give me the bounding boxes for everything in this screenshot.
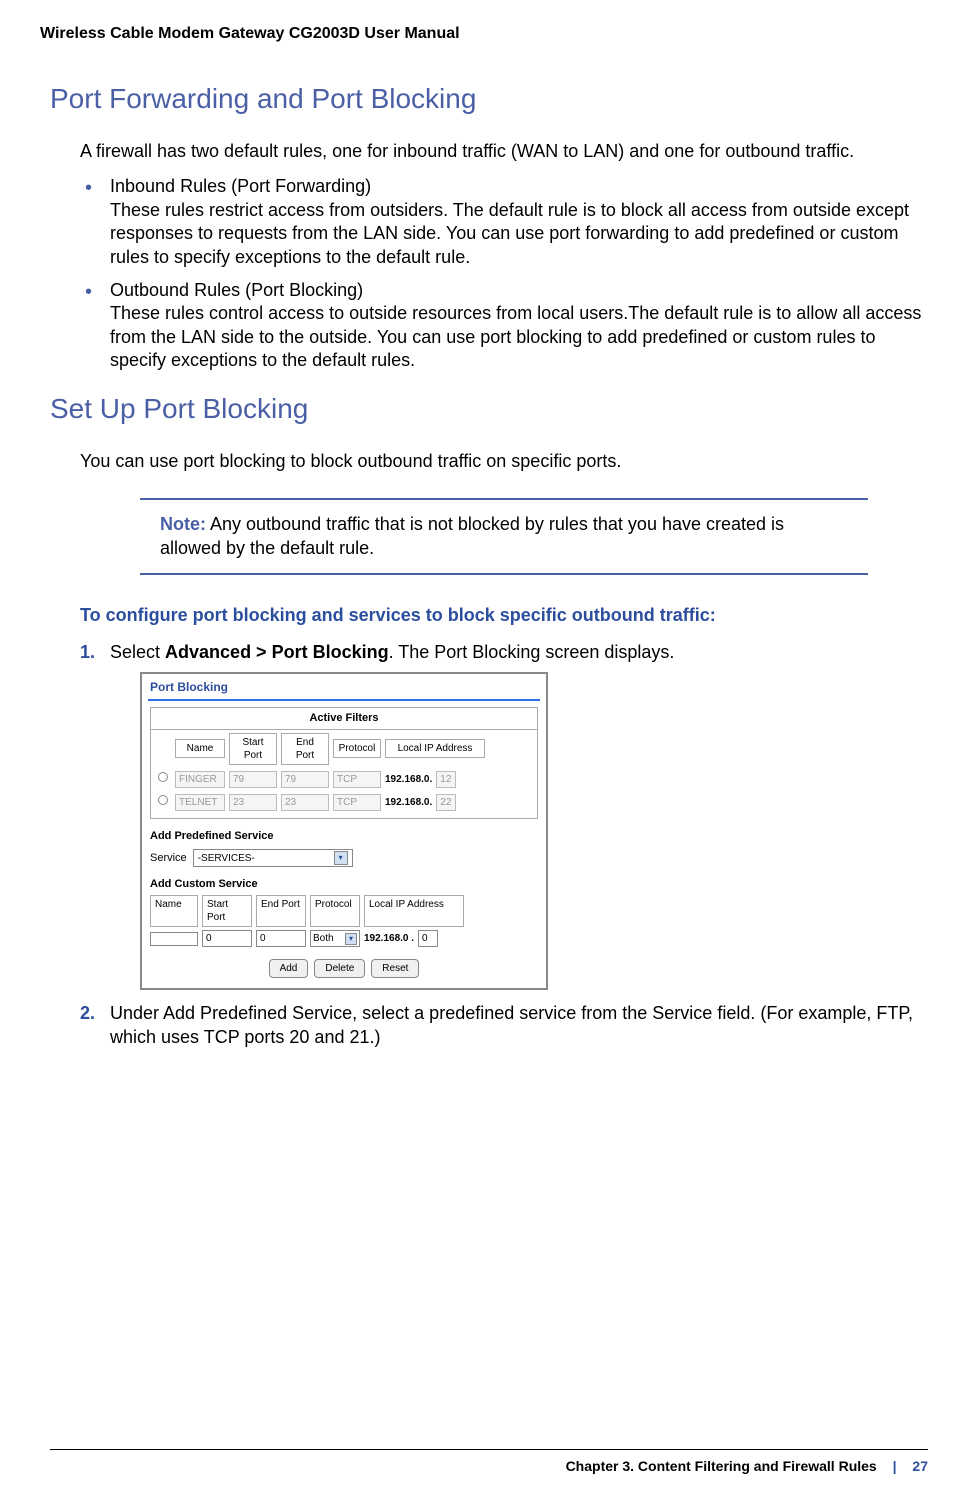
note-label: Note: (160, 514, 206, 534)
port-blocking-screenshot: Port Blocking Active Filters Name Start … (140, 672, 548, 990)
filter-end-finger: 79 (281, 771, 329, 788)
custom-start-input[interactable]: 0 (202, 930, 252, 947)
bullet-outbound-body: These rules control access to outside re… (110, 303, 921, 370)
radio-telnet[interactable] (155, 795, 171, 809)
custom-header-ip: Local IP Address (364, 895, 464, 927)
add-predefined-label: Add Predefined Service (142, 827, 546, 845)
step-1-bold: Advanced > Port Blocking (165, 642, 389, 662)
step-2-number: 2. (80, 1002, 95, 1025)
note-box: Note: Any outbound traffic that is not b… (140, 498, 868, 575)
footer-chapter: Chapter 3. Content Filtering and Firewal… (566, 1458, 877, 1474)
custom-ip-suffix-input[interactable]: 0 (418, 930, 438, 947)
custom-ip-prefix: 192.168.0 . (364, 932, 414, 945)
chevron-down-icon: ▾ (345, 933, 357, 945)
section-heading-set-up-blocking: Set Up Port Blocking (50, 393, 928, 425)
bullet-inbound: Inbound Rules (Port Forwarding) These ru… (80, 175, 928, 269)
step-1-number: 1. (80, 641, 95, 664)
rules-bullet-list: Inbound Rules (Port Forwarding) These ru… (80, 175, 928, 372)
filter-end-telnet: 23 (281, 794, 329, 811)
header-end-port: End Port (281, 733, 329, 765)
reset-button[interactable]: Reset (371, 959, 419, 978)
footer-separator: | (893, 1458, 897, 1474)
custom-header-name: Name (150, 895, 198, 927)
bullet-outbound: Outbound Rules (Port Blocking) These rul… (80, 279, 928, 373)
service-row: Service -SERVICES- ▾ (142, 845, 546, 875)
step-2-text: Under Add Predefined Service, select a p… (110, 1003, 913, 1046)
header-start-port: Start Port (229, 733, 277, 765)
filter-row-telnet: TELNET 23 23 TCP 192.168.0. 22 (151, 791, 537, 814)
header-name: Name (175, 739, 225, 758)
active-filters-header: Active Filters (151, 708, 537, 729)
service-label: Service (150, 851, 187, 865)
filter-start-telnet: 23 (229, 794, 277, 811)
filter-start-finger: 79 (229, 771, 277, 788)
filter-name-finger: FINGER (175, 771, 225, 788)
custom-header-row: Name Start Port End Port Protocol Local … (150, 895, 538, 927)
custom-data-row: 0 0 Both ▾ 192.168.0 . 0 (150, 930, 538, 947)
chevron-down-icon: ▾ (334, 851, 348, 865)
add-button[interactable]: Add (269, 959, 309, 978)
custom-end-input[interactable]: 0 (256, 930, 306, 947)
custom-proto-select[interactable]: Both ▾ (310, 930, 360, 947)
add-custom-label: Add Custom Service (142, 875, 546, 893)
button-row: Add Delete Reset (142, 953, 546, 988)
step-1-post: . The Port Blocking screen displays. (389, 642, 675, 662)
bullet-inbound-title: Inbound Rules (Port Forwarding) (110, 176, 371, 196)
section1-intro: A firewall has two default rules, one fo… (80, 140, 928, 163)
manual-header: Wireless Cable Modem Gateway CG2003D Use… (0, 0, 978, 83)
section2-intro: You can use port blocking to block outbo… (80, 450, 928, 473)
service-dropdown-value: -SERVICES- (198, 852, 255, 865)
filter-proto-telnet: TCP (333, 794, 381, 811)
radio-finger[interactable] (155, 772, 171, 786)
header-local-ip: Local IP Address (385, 739, 485, 758)
filter-name-telnet: TELNET (175, 794, 225, 811)
custom-header-proto: Protocol (310, 895, 360, 927)
bullet-outbound-title: Outbound Rules (Port Blocking) (110, 280, 363, 300)
filter-ip-suffix-telnet: 22 (436, 794, 456, 811)
section-heading-port-forwarding: Port Forwarding and Port Blocking (50, 83, 928, 115)
step-1: 1. Select Advanced > Port Blocking. The … (80, 641, 928, 991)
note-body: Any outbound traffic that is not blocked… (160, 514, 784, 558)
active-filters-box: Active Filters Name Start Port End Port … (150, 707, 538, 818)
filter-ip-prefix-finger: 192.168.0. (385, 773, 432, 786)
filter-ip-prefix-telnet: 192.168.0. (385, 796, 432, 809)
step-list: 1. Select Advanced > Port Blocking. The … (80, 641, 928, 1050)
custom-header-end: End Port (256, 895, 306, 927)
custom-header-start: Start Port (202, 895, 252, 927)
custom-service-table: Name Start Port End Port Protocol Local … (150, 895, 538, 947)
screenshot-title: Port Blocking (142, 674, 546, 700)
filter-header-row: Name Start Port End Port Protocol Local … (151, 730, 537, 768)
page-footer: Chapter 3. Content Filtering and Firewal… (50, 1449, 928, 1474)
step-2: 2. Under Add Predefined Service, select … (80, 1002, 928, 1049)
footer-page-number: 27 (912, 1458, 928, 1474)
configure-subheading: To configure port blocking and services … (80, 605, 928, 626)
divider-line (148, 699, 540, 701)
delete-button[interactable]: Delete (314, 959, 365, 978)
bullet-inbound-body: These rules restrict access from outside… (110, 200, 909, 267)
filter-proto-finger: TCP (333, 771, 381, 788)
custom-proto-value: Both (313, 932, 334, 945)
header-protocol: Protocol (333, 739, 381, 758)
step-1-pre: Select (110, 642, 165, 662)
filter-ip-suffix-finger: 12 (436, 771, 456, 788)
custom-name-input[interactable] (150, 932, 198, 946)
filter-row-finger: FINGER 79 79 TCP 192.168.0. 12 (151, 768, 537, 791)
service-dropdown[interactable]: -SERVICES- ▾ (193, 849, 353, 867)
